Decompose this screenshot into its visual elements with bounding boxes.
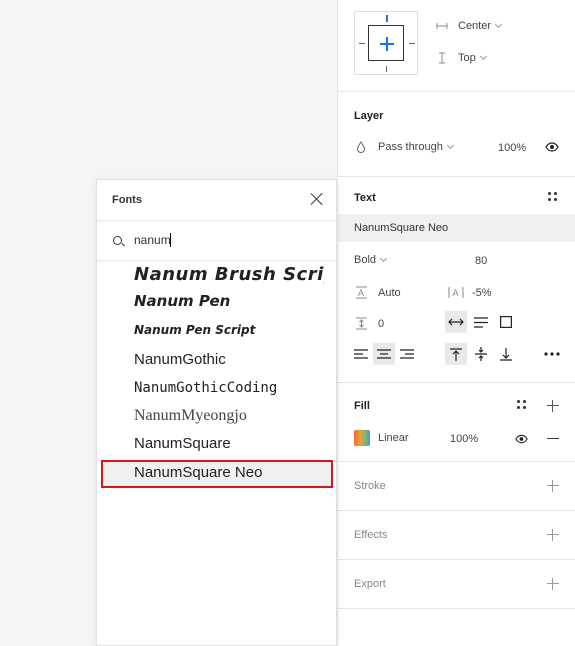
font-weight-value: Bold xyxy=(354,254,377,266)
font-item-nanum-pen[interactable]: Nanum Pen xyxy=(134,292,324,310)
chevron-down-icon xyxy=(479,52,487,61)
more-options-button[interactable] xyxy=(541,343,563,365)
svg-text:A: A xyxy=(453,288,459,298)
vertical-constraint-icon xyxy=(439,52,445,64)
add-export-icon[interactable] xyxy=(547,578,559,590)
font-item-nanum-brush-script[interactable]: Nanum Brush Scrip xyxy=(134,264,324,285)
align-left-button[interactable] xyxy=(350,343,372,365)
align-center-button[interactable] xyxy=(373,343,395,365)
blend-mode-dropdown[interactable]: Pass through xyxy=(356,141,454,153)
align-top-button[interactable] xyxy=(445,343,467,365)
align-top-icon xyxy=(450,347,462,361)
constraints-widget[interactable] xyxy=(354,11,418,75)
font-search-input[interactable] xyxy=(134,233,284,247)
stroke-title: Stroke xyxy=(354,480,386,492)
letter-spacing-value: -5% xyxy=(472,286,492,299)
effects-section: Effects xyxy=(338,511,575,560)
paragraph-spacing-value: 0 xyxy=(378,317,385,330)
align-middle-button[interactable] xyxy=(470,343,492,365)
chevron-down-icon xyxy=(446,141,454,150)
constraints-section: Center Top xyxy=(338,0,575,92)
add-fill-icon[interactable] xyxy=(547,400,559,412)
text-title: Text xyxy=(354,192,376,204)
font-weight-dropdown[interactable]: Bold xyxy=(354,254,388,266)
paragraph-spacing-field[interactable]: 0 xyxy=(355,317,384,330)
fill-row[interactable]: Linear xyxy=(354,430,409,446)
design-panel: Center Top Layer Pass through 100% Text … xyxy=(337,0,575,646)
align-bottom-button[interactable] xyxy=(495,343,517,365)
fill-section: Fill Linear 100% xyxy=(338,383,575,462)
font-search-bar xyxy=(97,221,336,261)
stroke-section: Stroke xyxy=(338,462,575,511)
font-item-nanummyeongjo[interactable]: NanumMyeongjo xyxy=(134,407,324,425)
more-icon xyxy=(544,352,560,356)
layer-section: Layer Pass through 100% xyxy=(338,92,575,177)
align-center-icon xyxy=(377,349,391,359)
add-effect-icon[interactable] xyxy=(547,529,559,541)
fonts-popup-title: Fonts xyxy=(112,194,142,206)
text-section: Text NanumSquare Neo Bold 80 A Auto A -5… xyxy=(338,177,575,383)
text-caret xyxy=(170,233,171,247)
fonts-popup: Fonts Nanum Brush Scrip Nanum Pen Nanum … xyxy=(96,179,337,646)
align-middle-icon xyxy=(475,347,487,361)
font-item-nanumgothiccoding[interactable]: NanumGothicCoding xyxy=(134,380,324,396)
font-family-value: NanumSquare Neo xyxy=(354,222,449,234)
line-height-icon: A xyxy=(356,286,367,299)
drop-icon xyxy=(356,141,366,153)
chevron-down-icon xyxy=(379,254,388,263)
fill-styles-icon[interactable] xyxy=(517,400,526,409)
eye-icon[interactable] xyxy=(545,142,559,152)
close-icon[interactable] xyxy=(310,192,324,206)
add-stroke-icon[interactable] xyxy=(547,480,559,492)
eye-icon[interactable] xyxy=(515,434,528,444)
font-item-nanumgothic[interactable]: NanumGothic xyxy=(134,351,324,368)
text-styles-icon[interactable] xyxy=(548,192,557,201)
vertical-constraint-dropdown[interactable]: Top xyxy=(436,52,487,64)
export-section: Export xyxy=(338,560,575,609)
font-item-nanumsquare-neo[interactable]: NanumSquare Neo xyxy=(134,464,324,481)
font-item-nanum-pen-script[interactable]: Nanum Pen Script xyxy=(134,323,324,337)
fill-title: Fill xyxy=(354,400,370,412)
auto-height-button[interactable] xyxy=(470,311,492,333)
blend-mode-value: Pass through xyxy=(378,141,443,153)
font-size-input[interactable]: 80 xyxy=(475,255,487,267)
fonts-popup-header: Fonts xyxy=(97,180,336,221)
align-right-button[interactable] xyxy=(396,343,418,365)
layer-title: Layer xyxy=(354,110,384,122)
svg-text:A: A xyxy=(358,288,364,298)
fixed-size-button[interactable] xyxy=(495,311,517,333)
search-icon xyxy=(113,236,122,245)
line-height-field[interactable]: A Auto xyxy=(355,286,401,299)
gradient-swatch[interactable] xyxy=(354,430,370,446)
font-family-field[interactable]: NanumSquare Neo xyxy=(338,214,575,242)
fixed-size-icon xyxy=(500,316,512,328)
align-bottom-icon xyxy=(500,347,512,361)
fill-type: Linear xyxy=(378,432,409,444)
align-left-icon xyxy=(354,349,368,359)
layer-opacity[interactable]: 100% xyxy=(498,142,526,154)
fill-opacity[interactable]: 100% xyxy=(450,433,478,445)
auto-height-icon xyxy=(474,316,488,328)
font-item-nanumsquare[interactable]: NanumSquare xyxy=(134,435,324,452)
letter-spacing-field[interactable]: A -5% xyxy=(448,286,492,299)
paragraph-spacing-icon xyxy=(356,317,367,330)
line-height-value: Auto xyxy=(378,286,401,299)
chevron-down-icon xyxy=(494,20,503,29)
effects-title: Effects xyxy=(354,529,388,541)
export-title: Export xyxy=(354,578,386,590)
horizontal-constraint-value: Center xyxy=(458,20,492,32)
vertical-constraint-value: Top xyxy=(458,52,476,64)
letter-spacing-icon: A xyxy=(448,287,464,298)
align-right-icon xyxy=(400,349,414,359)
horizontal-constraint-icon xyxy=(436,23,448,29)
auto-width-button[interactable] xyxy=(445,311,467,333)
remove-fill-icon[interactable] xyxy=(547,438,559,439)
auto-width-icon xyxy=(448,318,464,326)
horizontal-constraint-dropdown[interactable]: Center xyxy=(436,20,503,32)
